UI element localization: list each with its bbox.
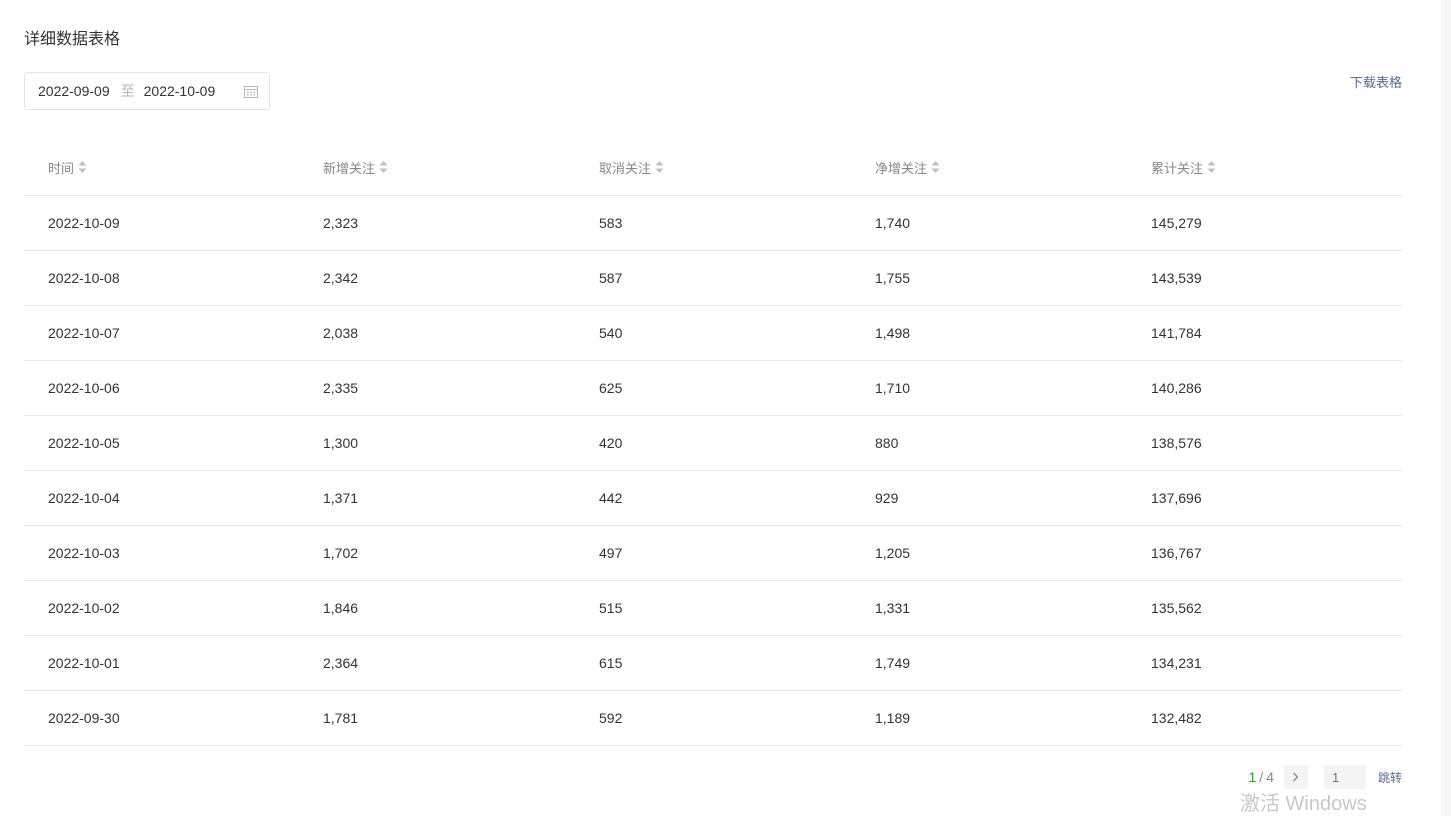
table-cell: 1,749 xyxy=(851,635,1127,691)
calendar-icon[interactable] xyxy=(244,85,258,98)
total-pages: 4 xyxy=(1266,769,1274,785)
table-cell: 2022-09-30 xyxy=(24,690,299,746)
table-cell: 145,279 xyxy=(1127,195,1402,251)
table-cell: 132,482 xyxy=(1127,690,1402,746)
table-cell: 2,335 xyxy=(299,360,575,416)
table-cell: 592 xyxy=(575,690,851,746)
start-date[interactable]: 2022-09-09 xyxy=(38,83,110,99)
table-cell: 1,371 xyxy=(299,470,575,526)
table-row: 2022-10-06 2,335 625 1,710 140,286 xyxy=(24,360,1402,416)
table-cell: 515 xyxy=(575,580,851,636)
header-label: 时间 xyxy=(48,160,75,176)
table-cell: 2022-10-03 xyxy=(24,525,299,581)
table-cell: 880 xyxy=(851,415,1127,471)
table-cell: 420 xyxy=(575,415,851,471)
table-cell: 2022-10-04 xyxy=(24,470,299,526)
scrollbar[interactable] xyxy=(1441,0,1451,816)
header-label: 新增关注 xyxy=(323,160,376,176)
sort-icon[interactable] xyxy=(931,160,940,174)
header-label: 取消关注 xyxy=(599,160,652,176)
header-unfollow[interactable]: 取消关注 xyxy=(575,140,851,196)
table-row: 2022-09-30 1,781 592 1,189 132,482 xyxy=(24,690,1402,746)
table-cell: 140,286 xyxy=(1127,360,1402,416)
page-separator: / xyxy=(1259,769,1264,785)
windows-activation-watermark: 激活 Windows xyxy=(1240,793,1367,815)
table-cell: 2,323 xyxy=(299,195,575,251)
table-cell: 929 xyxy=(851,470,1127,526)
header-total-follow[interactable]: 累计关注 xyxy=(1127,140,1402,196)
table-cell: 583 xyxy=(575,195,851,251)
table-header-row: 时间 新增关注 取消关注 净增关注 累计关注 xyxy=(24,140,1402,196)
date-range-picker[interactable]: 2022-09-09 至 2022-10-09 xyxy=(24,72,270,110)
sort-icon[interactable] xyxy=(1207,160,1216,174)
data-table: 时间 新增关注 取消关注 净增关注 累计关注 2022-10-09 2,323 58… xyxy=(24,140,1402,746)
table-cell: 1,781 xyxy=(299,690,575,746)
header-label: 累计关注 xyxy=(1151,160,1204,176)
table-cell: 1,710 xyxy=(851,360,1127,416)
table-cell: 2022-10-09 xyxy=(24,195,299,251)
jump-button[interactable]: 跳转 xyxy=(1378,769,1402,786)
header-label: 净增关注 xyxy=(875,160,928,176)
pagination: 1 / 4 跳转 xyxy=(1248,765,1402,789)
current-page: 1 xyxy=(1248,769,1257,785)
table-cell: 2022-10-01 xyxy=(24,635,299,691)
table-cell: 137,696 xyxy=(1127,470,1402,526)
table-cell: 135,562 xyxy=(1127,580,1402,636)
table-cell: 1,205 xyxy=(851,525,1127,581)
section-title: 详细数据表格 xyxy=(24,31,121,48)
table-cell: 587 xyxy=(575,250,851,306)
table-cell: 1,189 xyxy=(851,690,1127,746)
table-cell: 2,038 xyxy=(299,305,575,361)
table-row: 2022-10-03 1,702 497 1,205 136,767 xyxy=(24,525,1402,581)
table-cell: 442 xyxy=(575,470,851,526)
sort-icon[interactable] xyxy=(655,160,664,174)
date-separator: 至 xyxy=(120,83,135,99)
table-cell: 1,498 xyxy=(851,305,1127,361)
table-cell: 2022-10-07 xyxy=(24,305,299,361)
table-cell: 2022-10-08 xyxy=(24,250,299,306)
table-cell: 1,300 xyxy=(299,415,575,471)
table-cell: 540 xyxy=(575,305,851,361)
table-cell: 1,740 xyxy=(851,195,1127,251)
table-row: 2022-10-02 1,846 515 1,331 135,562 xyxy=(24,580,1402,636)
table-cell: 625 xyxy=(575,360,851,416)
table-cell: 1,846 xyxy=(299,580,575,636)
table-row: 2022-10-01 2,364 615 1,749 134,231 xyxy=(24,635,1402,691)
table-row: 2022-10-07 2,038 540 1,498 141,784 xyxy=(24,305,1402,361)
table-cell: 1,755 xyxy=(851,250,1127,306)
header-new-follow[interactable]: 新增关注 xyxy=(299,140,575,196)
header-time[interactable]: 时间 xyxy=(24,140,299,196)
table-cell: 2022-10-02 xyxy=(24,580,299,636)
table-row: 2022-10-08 2,342 587 1,755 143,539 xyxy=(24,250,1402,306)
table-cell: 1,702 xyxy=(299,525,575,581)
end-date[interactable]: 2022-10-09 xyxy=(144,83,216,99)
table-cell: 141,784 xyxy=(1127,305,1402,361)
chevron-right-icon xyxy=(1293,772,1299,782)
download-table-link[interactable]: 下载表格 xyxy=(1350,74,1402,92)
table-cell: 2,364 xyxy=(299,635,575,691)
table-cell: 134,231 xyxy=(1127,635,1402,691)
table-cell: 2,342 xyxy=(299,250,575,306)
header-net-follow[interactable]: 净增关注 xyxy=(851,140,1127,196)
table-cell: 138,576 xyxy=(1127,415,1402,471)
table-cell: 2022-10-06 xyxy=(24,360,299,416)
page: 详细数据表格 2022-09-09 至 2022-10-09 下载表格 时间 新… xyxy=(0,0,1451,816)
table-cell: 2022-10-05 xyxy=(24,415,299,471)
next-page-button[interactable] xyxy=(1283,765,1308,789)
table-cell: 136,767 xyxy=(1127,525,1402,581)
table-body: 2022-10-09 2,323 583 1,740 145,279 2022-10-08… xyxy=(24,195,1402,746)
sort-icon[interactable] xyxy=(379,160,388,174)
table-cell: 1,331 xyxy=(851,580,1127,636)
table-row: 2022-10-09 2,323 583 1,740 145,279 xyxy=(24,195,1402,251)
table-row: 2022-10-05 1,300 420 880 138,576 xyxy=(24,415,1402,471)
table-row: 2022-10-04 1,371 442 929 137,696 xyxy=(24,470,1402,526)
table-cell: 143,539 xyxy=(1127,250,1402,306)
sort-icon[interactable] xyxy=(78,160,87,174)
page-number-input[interactable] xyxy=(1323,765,1366,789)
table-cell: 497 xyxy=(575,525,851,581)
table-cell: 615 xyxy=(575,635,851,691)
